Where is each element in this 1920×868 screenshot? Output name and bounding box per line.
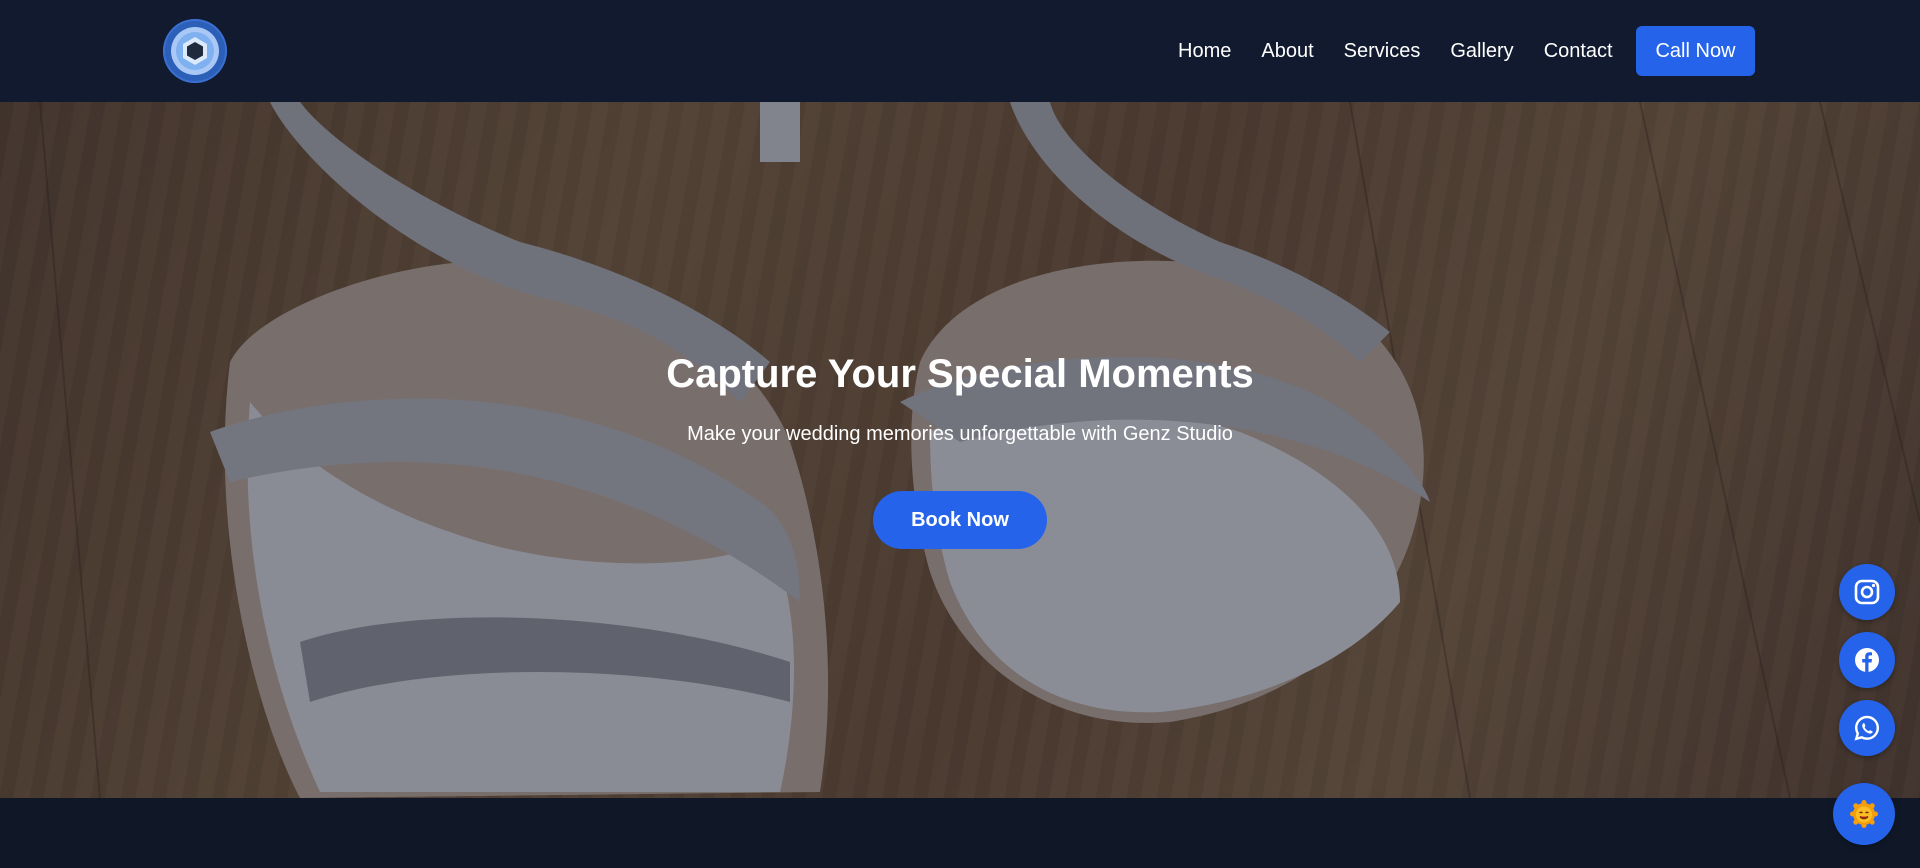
facebook-button[interactable]: [1839, 632, 1895, 688]
nav-gallery[interactable]: Gallery: [1450, 40, 1513, 63]
hero-title: Capture Your Special Moments: [666, 352, 1254, 396]
chat-button[interactable]: [1833, 783, 1895, 845]
book-now-button[interactable]: Book Now: [873, 491, 1047, 549]
site-header: Home About Services Gallery Contact Call…: [0, 0, 1920, 102]
smiley-chat-icon: [1850, 800, 1878, 828]
instagram-icon: [1854, 579, 1880, 605]
nav-contact[interactable]: Contact: [1544, 40, 1613, 63]
whatsapp-button[interactable]: [1839, 700, 1895, 756]
hero-section: Capture Your Special Moments Make your w…: [0, 102, 1920, 798]
camera-aperture-icon: [171, 27, 219, 75]
main-nav: Home About Services Gallery Contact: [1178, 0, 1613, 102]
nav-about[interactable]: About: [1261, 40, 1313, 63]
logo[interactable]: [163, 19, 227, 83]
hero-subtitle: Make your wedding memories unforgettable…: [687, 423, 1233, 445]
facebook-icon: [1855, 648, 1879, 672]
call-now-button[interactable]: Call Now: [1636, 26, 1755, 76]
nav-home[interactable]: Home: [1178, 40, 1231, 63]
whatsapp-icon: [1854, 715, 1880, 741]
nav-services[interactable]: Services: [1344, 40, 1421, 63]
hero-content: Capture Your Special Moments Make your w…: [0, 102, 1920, 798]
instagram-button[interactable]: [1839, 564, 1895, 620]
